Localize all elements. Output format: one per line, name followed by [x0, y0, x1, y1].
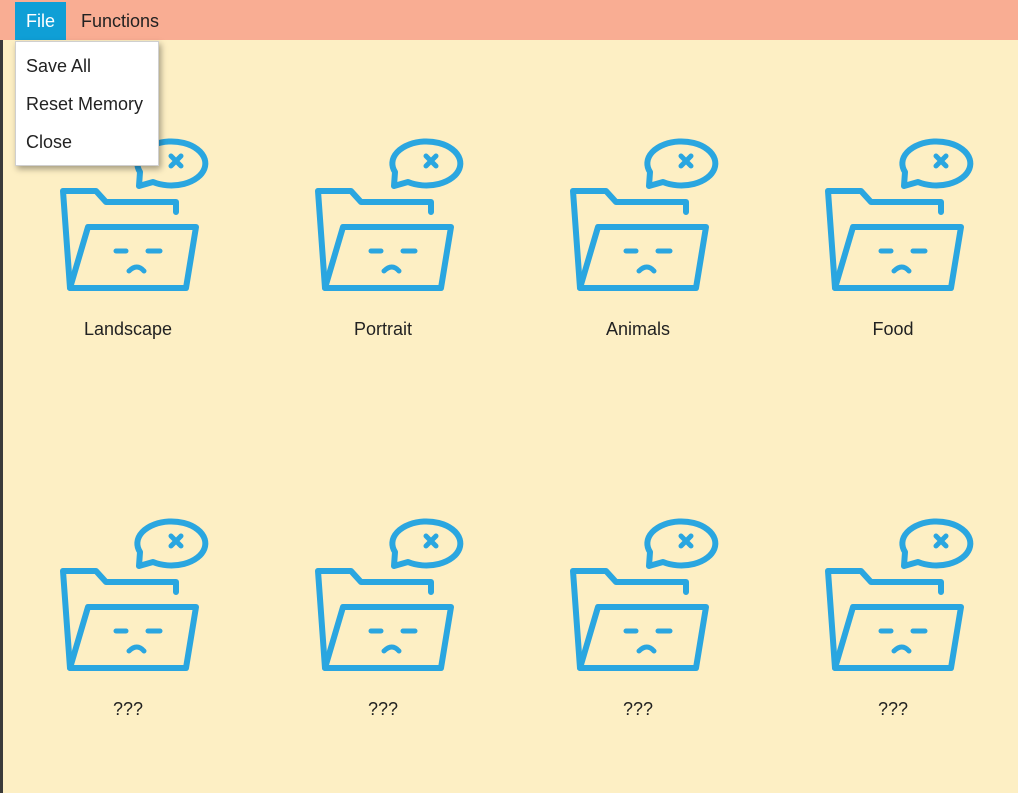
window-edge	[0, 0, 3, 793]
folder-label: ???	[877, 699, 909, 719]
sad-folder-icon	[548, 510, 728, 690]
sad-folder-icon	[548, 130, 728, 310]
folder-label: Landscape	[83, 319, 173, 339]
functions-menu-button[interactable]: Functions	[81, 2, 159, 40]
menu-item-close[interactable]: Close	[26, 132, 72, 153]
folder-tile[interactable]: ???	[548, 510, 728, 720]
file-dropdown-menu: Save All Reset Memory Close	[15, 41, 159, 166]
folder-tile[interactable]: Food	[803, 130, 983, 340]
folder-label: ???	[367, 699, 399, 719]
menu-item-save-all[interactable]: Save All	[26, 56, 91, 77]
folder-label: Animals	[605, 319, 671, 339]
sad-folder-icon	[803, 130, 983, 310]
sad-folder-icon	[293, 130, 473, 310]
folder-tile[interactable]: ???	[293, 510, 473, 720]
folder-tile[interactable]: ???	[803, 510, 983, 720]
file-menu-button[interactable]: File	[15, 2, 66, 40]
sad-folder-icon	[293, 510, 473, 690]
menu-item-reset-memory[interactable]: Reset Memory	[26, 94, 143, 115]
folder-label: ???	[112, 699, 144, 719]
folder-tile[interactable]: Animals	[548, 130, 728, 340]
folder-label: Portrait	[353, 319, 413, 339]
menu-bar: File Functions	[0, 0, 1018, 40]
app-window: File Functions Landscape Portrait Animal…	[0, 0, 1018, 793]
folder-label: Food	[872, 319, 914, 339]
folder-tile[interactable]: ???	[38, 510, 218, 720]
sad-folder-icon	[803, 510, 983, 690]
sad-folder-icon	[38, 510, 218, 690]
folder-label: ???	[622, 699, 654, 719]
folder-tile[interactable]: Portrait	[293, 130, 473, 340]
